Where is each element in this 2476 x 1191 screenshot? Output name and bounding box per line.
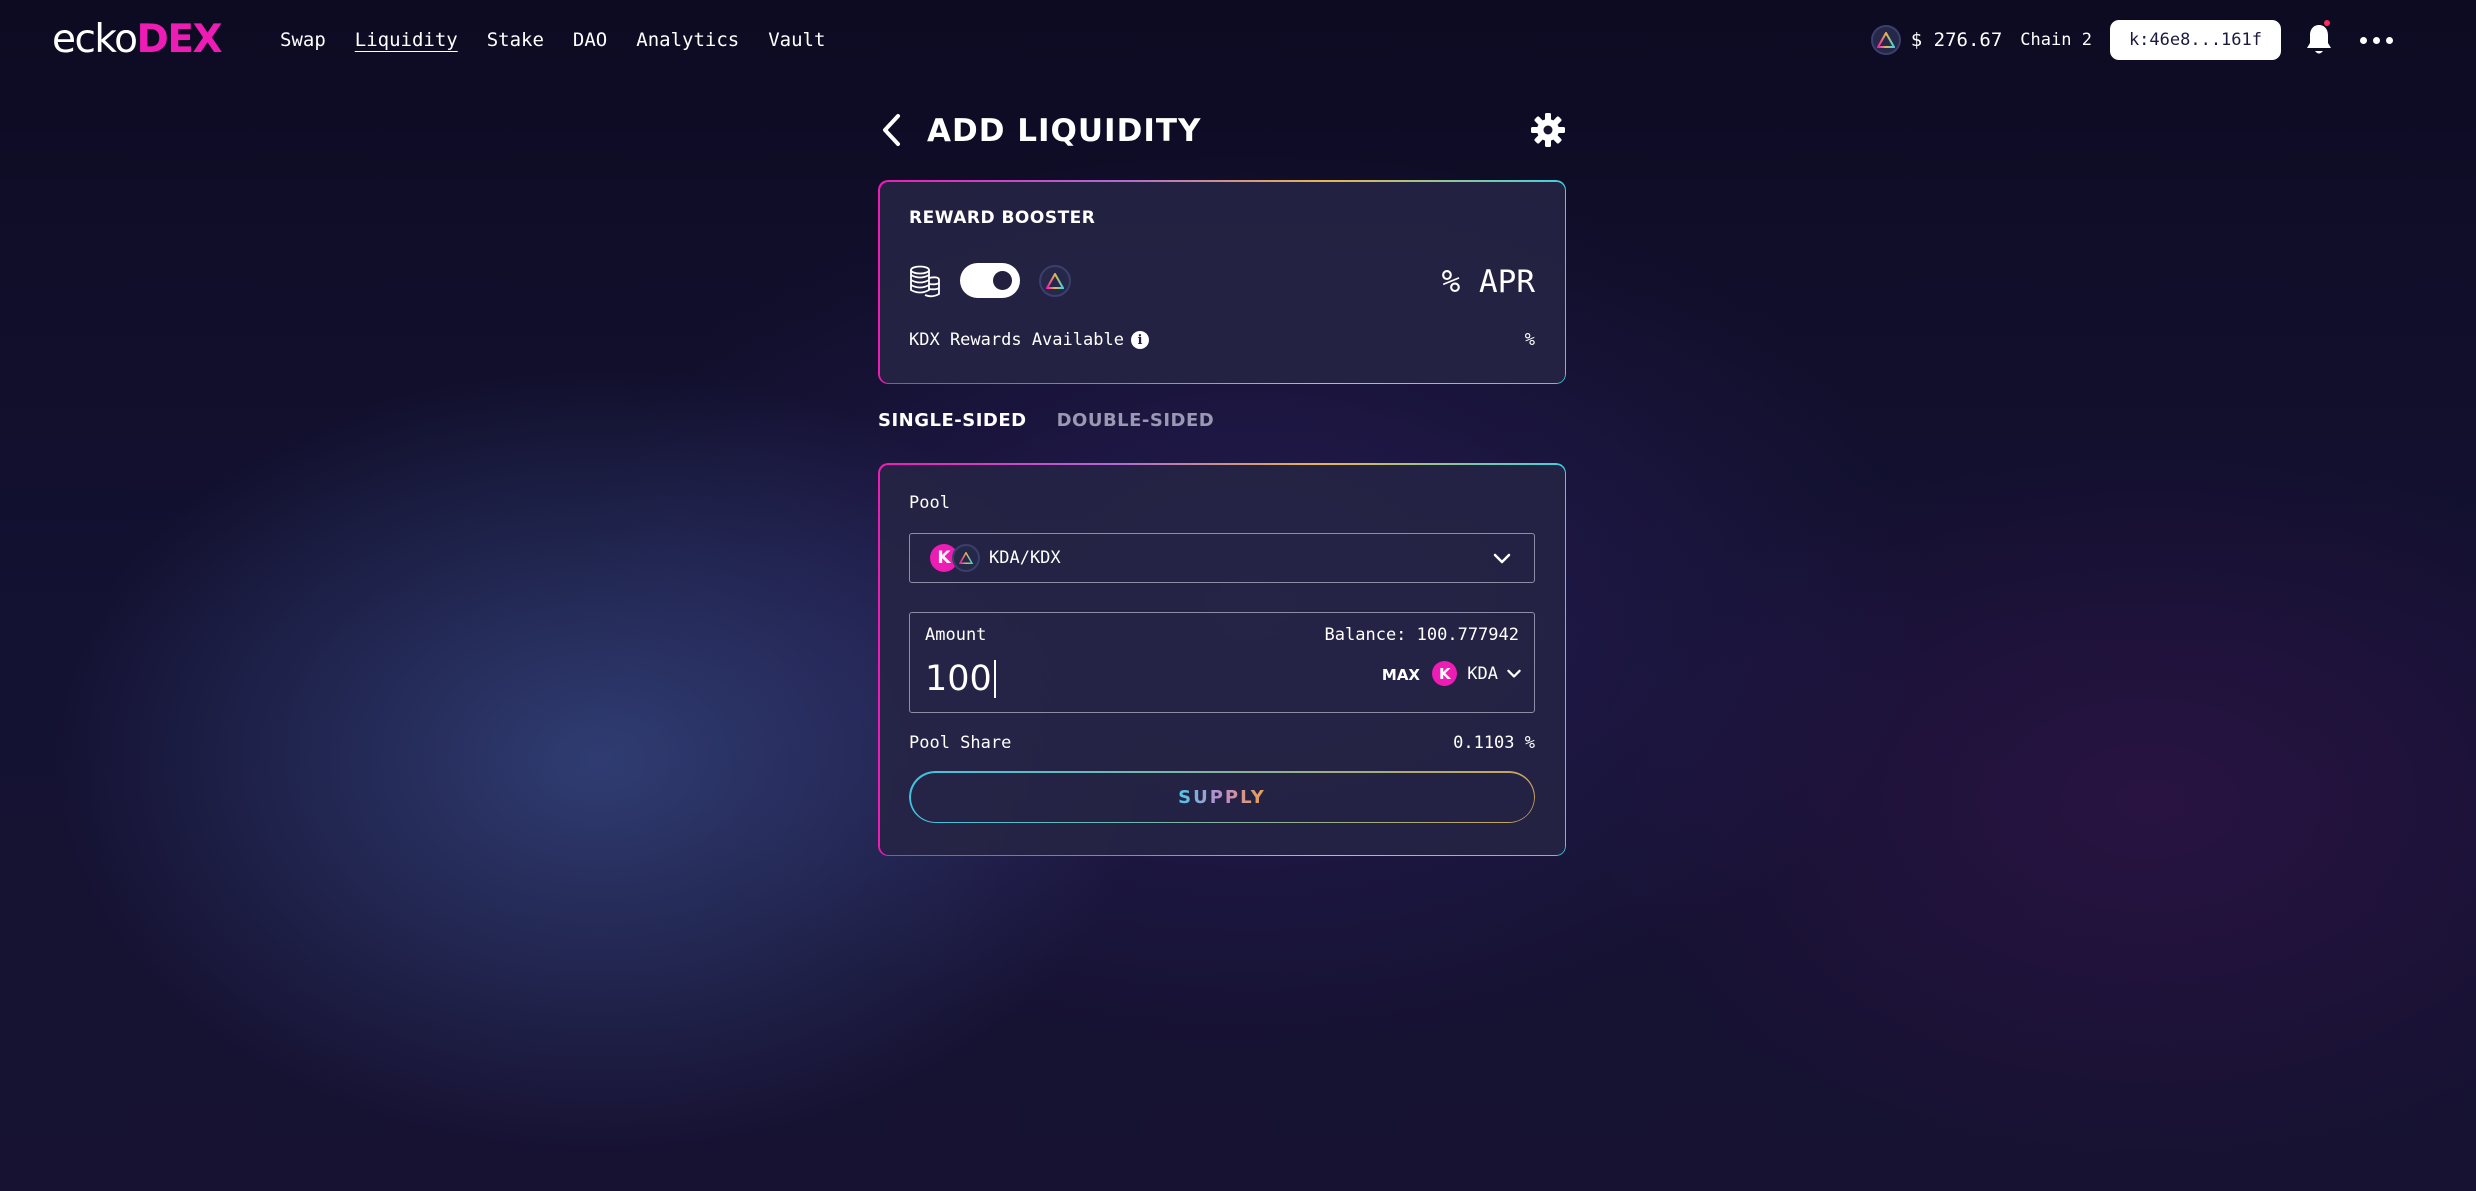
nav-dao[interactable]: DAO: [573, 26, 607, 54]
nav-vault[interactable]: Vault: [768, 26, 825, 54]
back-arrow-icon: [883, 114, 900, 146]
nav-liquidity[interactable]: Liquidity: [355, 26, 458, 54]
amount-label: Amount: [925, 625, 987, 645]
logo-text-ecko: ecko: [52, 17, 138, 62]
gear-icon: [1531, 113, 1565, 147]
pool-select[interactable]: K KDA/KDX: [909, 533, 1535, 583]
pool-name: KDA/KDX: [989, 548, 1061, 568]
logo-text-dex: DEX: [136, 17, 223, 62]
tab-double-sided[interactable]: DOUBLE-SIDED: [1057, 410, 1215, 431]
notification-dot: [2324, 20, 2330, 26]
nav-swap[interactable]: Swap: [280, 26, 326, 54]
booster-title: REWARD BOOSTER: [909, 208, 1096, 228]
kdx-token-icon: [1039, 265, 1071, 297]
add-liquidity-form: Pool K KDA/KDX Amount Balance: 100.77794…: [878, 463, 1566, 856]
pool-share-label: Pool Share: [909, 733, 1012, 753]
amount-value: 100: [925, 659, 992, 699]
coins-icon: [908, 264, 942, 298]
chain-label: Chain 2: [2020, 30, 2092, 50]
main-nav: Swap Liquidity Stake DAO Analytics Vault: [280, 26, 854, 54]
eckodex-logo[interactable]: eckoDEX: [52, 16, 223, 64]
nav-stake[interactable]: Stake: [487, 26, 544, 54]
supply-label: SUPPLY: [1178, 786, 1266, 808]
bell-icon: [2307, 25, 2331, 54]
rewards-label: KDX Rewards Available: [909, 330, 1124, 350]
amount-field[interactable]: Amount Balance: 100.777942 100 MAX K KDA: [909, 612, 1535, 713]
rewards-value: %: [1524, 330, 1535, 350]
supply-button[interactable]: SUPPLY: [909, 771, 1535, 823]
kda-token-icon: K: [1432, 661, 1458, 686]
nav-analytics[interactable]: Analytics: [636, 26, 739, 54]
chevron-down-icon: [1493, 553, 1511, 564]
kdx-token-icon: [1870, 25, 1901, 55]
header-right: $ 276.67 Chain 2 k:46e8...161f: [1870, 19, 2396, 61]
max-button[interactable]: MAX: [1382, 666, 1420, 684]
toggle-knob: [993, 271, 1012, 290]
rewards-available: KDX Rewards Available i: [909, 330, 1149, 350]
title-row: ADD LIQUIDITY: [878, 103, 1566, 157]
liquidity-mode-tabs: SINGLE-SIDED DOUBLE-SIDED: [878, 410, 1244, 431]
tab-single-sided[interactable]: SINGLE-SIDED: [878, 410, 1027, 431]
top-navbar: eckoDEX Swap Liquidity Stake DAO Analyti…: [0, 0, 2476, 82]
account-button[interactable]: k:46e8...161f: [2109, 20, 2281, 60]
pool-token-icons: K: [930, 543, 982, 573]
page-title: ADD LIQUIDITY: [927, 113, 1202, 149]
booster-toggle[interactable]: [960, 263, 1020, 298]
chevron-down-icon: [1507, 669, 1521, 678]
amount-input[interactable]: 100: [925, 657, 996, 701]
pool-label: Pool: [909, 493, 950, 513]
text-caret: [993, 660, 996, 698]
info-icon[interactable]: i: [1130, 331, 1149, 349]
reward-booster-card: REWARD BOOSTER % APR KDX Rewards Availab…: [878, 180, 1566, 384]
apr-value: % APR: [1441, 264, 1535, 300]
more-icon[interactable]: [2357, 36, 2396, 44]
token-select[interactable]: K KDA: [1432, 661, 1522, 686]
pool-share-value: 0.1103 %: [1453, 733, 1535, 753]
token-name: KDA: [1467, 663, 1498, 684]
settings-button[interactable]: [1530, 112, 1566, 148]
notification-bell[interactable]: [2303, 20, 2335, 58]
balance-label: Balance: 100.777942: [1324, 625, 1519, 645]
kdx-token-icon: [952, 544, 980, 572]
kdx-price: $ 276.67: [1910, 29, 2003, 51]
back-button[interactable]: [878, 113, 908, 147]
